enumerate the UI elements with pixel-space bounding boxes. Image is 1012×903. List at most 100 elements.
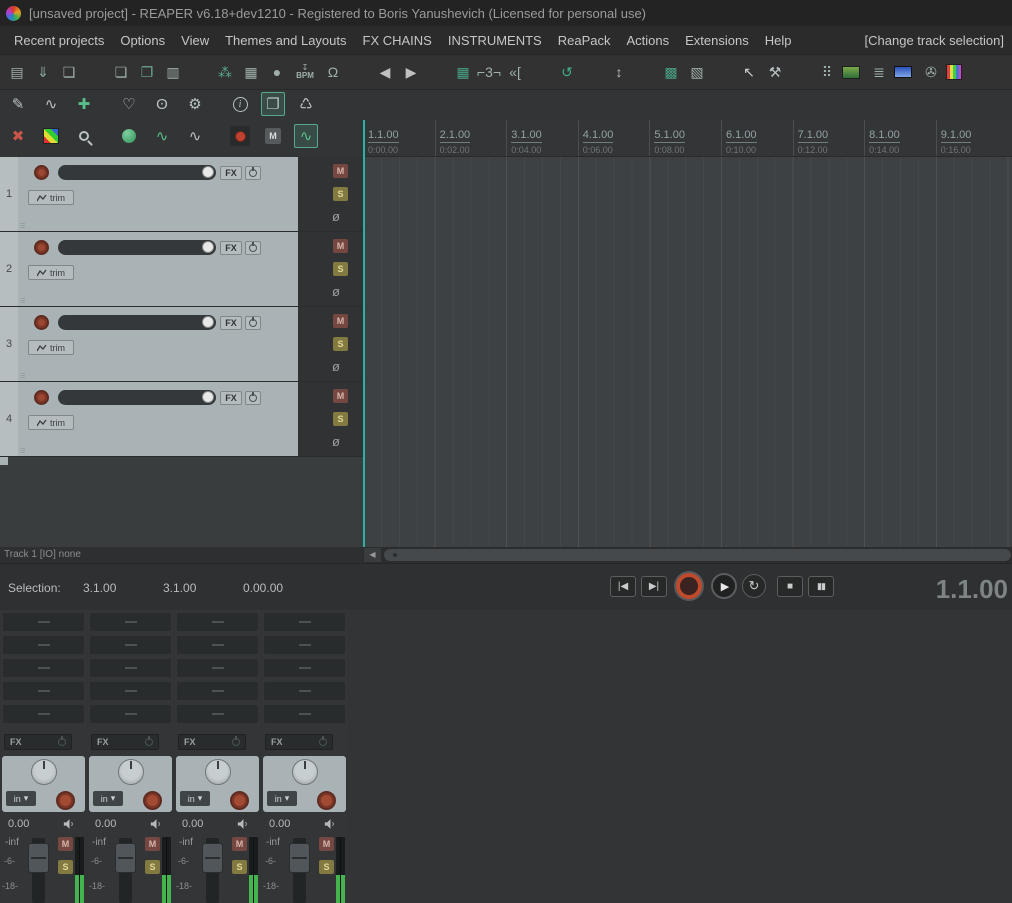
pan-knob[interactable] xyxy=(204,759,231,785)
track-number[interactable]: 4 xyxy=(0,382,18,456)
fx-bypass-button[interactable] xyxy=(245,316,261,330)
metronome-bell-icon[interactable]: Ω xyxy=(322,60,344,84)
arrow-cursor-icon[interactable]: ↖ xyxy=(738,60,760,84)
volume-fader-thumb[interactable] xyxy=(115,843,136,873)
track-manager-icon[interactable]: ⁂ xyxy=(214,60,236,84)
fx-slot[interactable] xyxy=(177,659,258,677)
fx-button[interactable]: FX xyxy=(265,734,333,750)
fx-slot[interactable] xyxy=(90,636,171,654)
selection-length[interactable]: 0.00.00 xyxy=(243,581,283,595)
spacer[interactable] xyxy=(712,60,734,84)
fx-slot[interactable] xyxy=(3,636,84,654)
close-icon[interactable]: ✖ xyxy=(6,124,30,148)
tape-machine-icon[interactable]: ✇ xyxy=(920,60,942,84)
volume-fader[interactable] xyxy=(58,240,216,255)
stop-button[interactable]: ■ xyxy=(777,575,803,597)
spacer[interactable] xyxy=(84,60,106,84)
record-arm-button[interactable] xyxy=(34,315,49,330)
fx-slot[interactable] xyxy=(3,705,84,723)
menu-item[interactable]: Extensions xyxy=(677,28,757,53)
mute-button[interactable]: M xyxy=(333,314,348,328)
fx-slot[interactable] xyxy=(90,682,171,700)
spacer[interactable] xyxy=(348,60,370,84)
fx-bypass-button[interactable] xyxy=(245,166,261,180)
volume-fader[interactable] xyxy=(202,838,223,903)
phase-button[interactable]: ø xyxy=(332,209,340,224)
input-select-button[interactable]: in ▾ xyxy=(93,791,123,806)
track-number[interactable]: 1 xyxy=(0,157,18,231)
fx-button[interactable]: FX xyxy=(91,734,159,750)
volume-fader[interactable] xyxy=(28,838,49,903)
repeat-toggle-icon[interactable]: ↺ xyxy=(556,60,578,84)
input-select-button[interactable]: in ▾ xyxy=(267,791,297,806)
track-number[interactable]: 3 xyxy=(0,307,18,381)
track-panel[interactable]: 1 FX trim ☰ M S ø xyxy=(0,157,363,231)
go-to-start-button[interactable]: |◀ xyxy=(610,575,636,597)
mic-monitor-icon[interactable]: ʘ xyxy=(150,92,174,116)
mute-button[interactable]: M xyxy=(319,837,334,851)
menu-item[interactable]: Actions xyxy=(618,28,677,53)
volume-value[interactable]: 0.00 xyxy=(269,818,290,830)
tap-tempo-icon[interactable]: ↧ BPM xyxy=(292,60,318,84)
fx-slot[interactable] xyxy=(177,705,258,723)
record-icon[interactable] xyxy=(228,124,252,148)
measure-grid-icon[interactable]: ⌐3¬ xyxy=(477,60,501,84)
mute-button[interactable]: M xyxy=(333,239,348,253)
panel-grip-icon[interactable]: ☰ xyxy=(20,448,25,455)
volume-fader[interactable] xyxy=(58,315,216,330)
fx-button[interactable]: FX xyxy=(220,241,242,255)
volume-value[interactable]: 0.00 xyxy=(95,818,116,830)
mute-button[interactable]: M xyxy=(58,837,73,851)
fx-button[interactable]: FX xyxy=(220,166,242,180)
spacer[interactable] xyxy=(188,60,210,84)
playback-position[interactable]: 1.1.00 xyxy=(936,574,1008,605)
scroll-left-button[interactable]: ◀ xyxy=(364,548,381,562)
record-arm-button[interactable] xyxy=(56,791,75,810)
grab-tool-icon[interactable] xyxy=(117,124,141,148)
fx-button[interactable]: FX xyxy=(220,391,242,405)
mute-icon[interactable]: M xyxy=(261,124,285,148)
zoom-icon[interactable] xyxy=(72,124,96,148)
go-start-arrow-icon[interactable]: ◀ xyxy=(374,60,396,84)
menu-item[interactable]: Options xyxy=(112,28,173,53)
fx-slot[interactable] xyxy=(177,682,258,700)
solo-button[interactable]: S xyxy=(145,860,160,874)
open-project-icon[interactable]: ❐ xyxy=(136,60,158,84)
fx-slot[interactable] xyxy=(264,636,345,654)
panel-grip-icon[interactable]: ☰ xyxy=(20,373,25,380)
marquee-zoom-icon[interactable]: ▧ xyxy=(686,60,708,84)
solo-button[interactable]: S xyxy=(333,337,348,351)
volume-fader[interactable] xyxy=(289,838,310,903)
pan-knob[interactable] xyxy=(117,759,144,785)
spacer[interactable] xyxy=(634,60,656,84)
menu-item[interactable]: FX CHAINS xyxy=(355,28,440,53)
fx-button[interactable]: FX xyxy=(178,734,246,750)
menu-item[interactable]: ReaPack xyxy=(550,28,619,53)
mute-button[interactable]: M xyxy=(232,837,247,851)
snap-toggle-icon[interactable]: «[ xyxy=(504,60,526,84)
volume-fader-thumb[interactable] xyxy=(28,843,49,873)
solo-button[interactable]: S xyxy=(232,860,247,874)
render-project-icon[interactable]: ⇓ xyxy=(32,60,54,84)
fx-slot[interactable] xyxy=(177,613,258,631)
volume-value[interactable]: 0.00 xyxy=(8,818,29,830)
record-arm-button[interactable] xyxy=(230,791,249,810)
spacer[interactable] xyxy=(582,60,604,84)
fx-button[interactable]: FX xyxy=(4,734,72,750)
play-arrow-icon[interactable]: ▶ xyxy=(400,60,422,84)
menu-item[interactable]: View xyxy=(173,28,217,53)
wrench-icon[interactable]: ⚙ xyxy=(183,92,207,116)
big-clock-icon[interactable]: ▦ xyxy=(240,60,262,84)
metronome-icon[interactable]: ● xyxy=(266,60,288,84)
fx-slot[interactable] xyxy=(264,659,345,677)
pan-knob[interactable] xyxy=(30,759,57,785)
trim-envelope-button[interactable]: trim xyxy=(28,265,74,280)
duplicate-icon[interactable]: ❐ xyxy=(261,92,285,116)
fx-slot[interactable] xyxy=(90,705,171,723)
panel-grip-icon[interactable]: ☰ xyxy=(20,223,25,230)
project-bay-icon[interactable]: ❑ xyxy=(58,60,80,84)
record-arm-button[interactable] xyxy=(143,791,162,810)
fx-slot[interactable] xyxy=(264,613,345,631)
track-number[interactable]: 2 xyxy=(0,232,18,306)
input-select-button[interactable]: in ▾ xyxy=(180,791,210,806)
